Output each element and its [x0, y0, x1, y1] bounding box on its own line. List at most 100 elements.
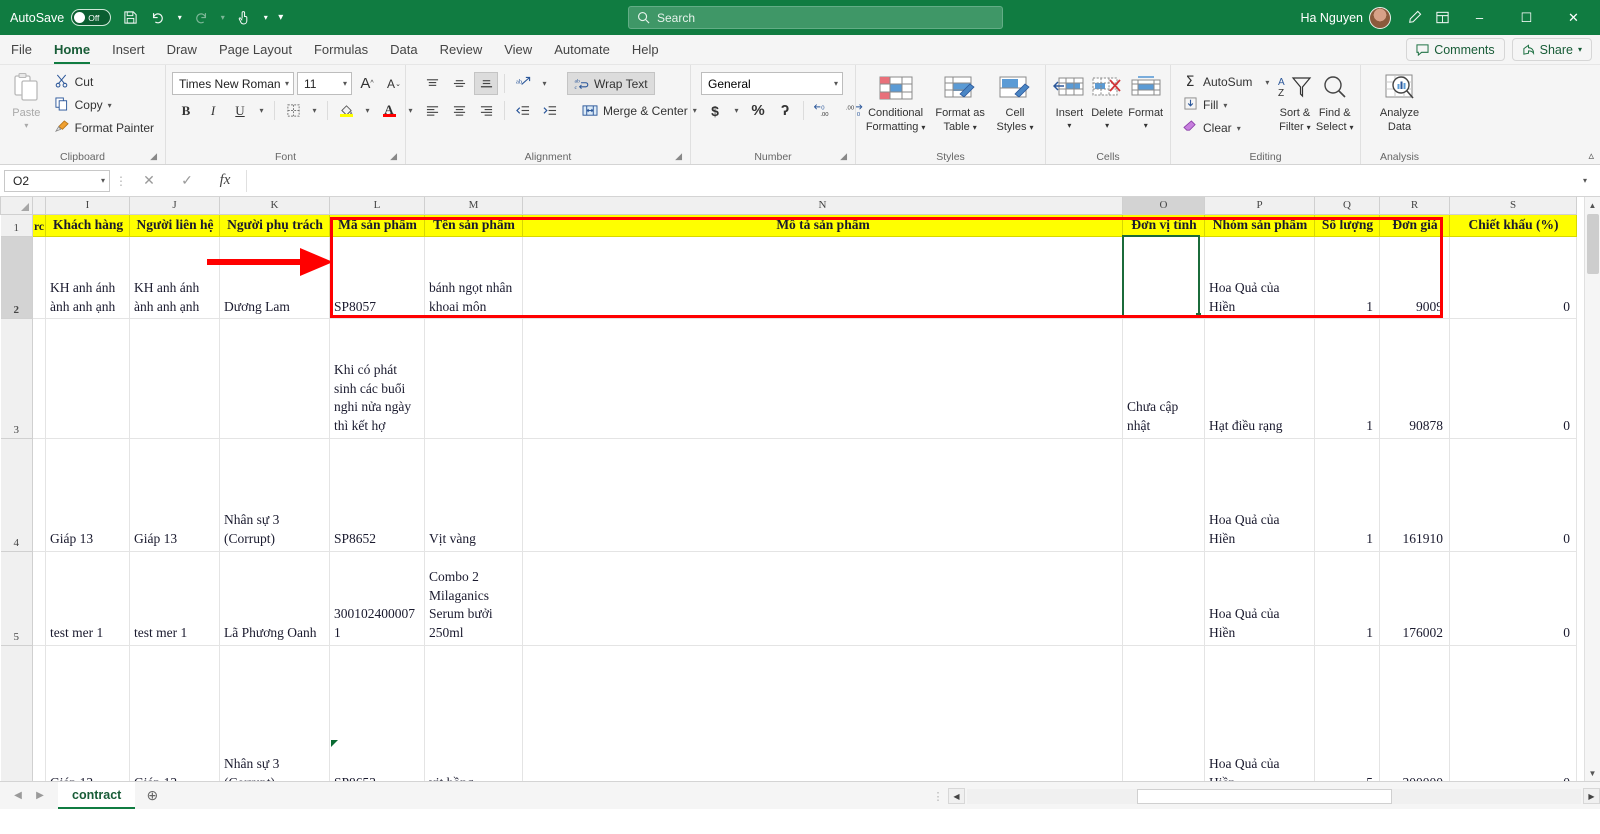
row-header-6[interactable]: 6 — [0, 644, 33, 781]
cell-I3[interactable] — [45, 318, 131, 439]
cell-P5[interactable]: Hoa Quả của Hiền — [1204, 550, 1316, 646]
paste-button[interactable]: Paste ▾ — [6, 68, 47, 130]
share-caret-icon[interactable]: ▾ — [1578, 45, 1582, 54]
cell-O6[interactable] — [1122, 644, 1206, 781]
find-select-caret-icon[interactable]: ▾ — [1350, 123, 1354, 132]
insert-cells-button[interactable]: Insert ▾ — [1052, 68, 1087, 130]
format-cells-button[interactable]: Format ▾ — [1127, 68, 1164, 130]
cell-M6[interactable]: vịt hồng — [424, 644, 524, 781]
close-button[interactable]: ✕ — [1551, 0, 1596, 35]
cell-P4[interactable]: Hoa Quả của Hiền — [1204, 437, 1316, 552]
cell-I4[interactable]: Giáp 13 — [45, 437, 131, 552]
scroll-right-button[interactable]: ▶ — [1583, 788, 1600, 804]
cell-N3[interactable] — [522, 318, 1124, 439]
bold-button[interactable]: B — [174, 99, 198, 122]
fill-color-button[interactable] — [334, 99, 358, 122]
cell-L2[interactable]: SP8057 — [329, 236, 426, 320]
cell-Q6[interactable]: 5 — [1314, 644, 1381, 781]
next-sheet-button[interactable]: ▶ — [30, 790, 50, 801]
format-cells-caret-icon[interactable]: ▾ — [1144, 121, 1148, 130]
copy-button[interactable]: Copy ▾ — [49, 94, 159, 116]
sheet-tab-contract[interactable]: contract — [58, 782, 136, 809]
decrease-font-size-button[interactable]: A ⌄ — [382, 72, 406, 95]
column-header-N[interactable]: N — [522, 197, 1124, 215]
cell-M1[interactable]: Tên sản phẩm — [424, 213, 524, 238]
align-right-button[interactable] — [474, 99, 498, 122]
fill-color-caret-icon[interactable]: ▾ — [361, 99, 374, 122]
cell-I2[interactable]: KH anh ánh ành anh ạnh — [45, 236, 131, 320]
borders-caret-icon[interactable]: ▾ — [308, 99, 321, 122]
previous-sheet-button[interactable]: ◀ — [8, 790, 28, 801]
cell-J3[interactable] — [129, 318, 221, 439]
wrap-text-button[interactable]: ab c Wrap Text — [567, 72, 655, 95]
cell-S3[interactable]: 0 — [1449, 318, 1578, 439]
cell-S6[interactable]: 0 — [1449, 644, 1578, 781]
format-painter-button[interactable]: Format Painter — [49, 117, 159, 139]
increase-font-size-button[interactable]: A ^ — [355, 72, 379, 95]
align-left-button[interactable] — [420, 99, 444, 122]
number-format-select[interactable]: General ▾ — [701, 72, 843, 95]
column-header-O[interactable]: O — [1122, 197, 1206, 215]
tab-data[interactable]: Data — [379, 36, 428, 64]
align-bottom-button[interactable] — [474, 72, 498, 95]
horizontal-scroll-track[interactable] — [967, 788, 1581, 804]
scroll-up-button[interactable]: ▲ — [1585, 197, 1600, 213]
comma-style-button[interactable]: ʔ — [773, 99, 797, 122]
increase-indent-button[interactable] — [538, 99, 562, 122]
column-header-partial[interactable] — [31, 197, 47, 215]
cell-J6[interactable]: Giáp 13 — [129, 644, 221, 781]
cell-N2[interactable] — [522, 236, 1124, 320]
borders-button[interactable] — [281, 99, 305, 122]
alignment-dialog-launcher-icon[interactable]: ◢ — [675, 149, 682, 163]
cell-N5[interactable] — [522, 550, 1124, 646]
minimize-button[interactable]: – — [1457, 0, 1502, 35]
cell-S2[interactable]: 0 — [1449, 236, 1578, 320]
align-center-button[interactable] — [447, 99, 471, 122]
column-header-S[interactable]: S — [1449, 197, 1578, 215]
cancel-icon[interactable]: ✕ — [132, 170, 166, 192]
cell-R4[interactable]: 161910 — [1379, 437, 1451, 552]
column-header-M[interactable]: M — [424, 197, 524, 215]
pen-icon[interactable] — [1401, 5, 1427, 31]
row-header-5[interactable]: 5 — [0, 550, 33, 646]
cell-P3[interactable]: Hạt điều rạng — [1204, 318, 1316, 439]
align-top-button[interactable] — [420, 72, 444, 95]
cell-styles-caret-icon[interactable]: ▾ — [1029, 123, 1033, 132]
tab-help[interactable]: Help — [621, 36, 670, 64]
font-size-select[interactable]: 11 ▾ — [297, 72, 352, 95]
share-button[interactable]: Share ▾ — [1511, 38, 1592, 61]
clear-caret-icon[interactable]: ▾ — [1237, 124, 1241, 133]
format-as-table-button[interactable]: Format as Table ▾ — [933, 68, 987, 133]
select-all-corner[interactable] — [0, 197, 33, 215]
cell-J4[interactable]: Giáp 13 — [129, 437, 221, 552]
cell-J2[interactable]: KH anh ánh ành anh ạnh — [129, 236, 221, 320]
column-header-R[interactable]: R — [1379, 197, 1451, 215]
customize-qat-icon[interactable]: ▾ — [274, 12, 287, 23]
cell-M4[interactable]: Vịt vàng — [424, 437, 524, 552]
sort-filter-caret-icon[interactable]: ▾ — [1307, 123, 1311, 132]
cell-Q5[interactable]: 1 — [1314, 550, 1381, 646]
undo-dropdown-caret[interactable]: ▾ — [173, 13, 186, 22]
cell-Q3[interactable]: 1 — [1314, 318, 1381, 439]
cell-J5[interactable]: test mer 1 — [129, 550, 221, 646]
copy-caret-icon[interactable]: ▾ — [108, 101, 112, 110]
spreadsheet-grid[interactable]: I J K L M N O P Q R S 1 rc Khách hàng Ng… — [0, 197, 1600, 781]
autosum-button[interactable]: Σ AutoSum ▾ — [1177, 71, 1274, 93]
cell-O2[interactable] — [1122, 236, 1206, 320]
percent-button[interactable]: % — [746, 99, 770, 122]
cut-button[interactable]: Cut — [49, 71, 159, 93]
orientation-caret-icon[interactable]: ▾ — [538, 72, 551, 95]
formula-input[interactable] — [246, 169, 1570, 192]
restore-button[interactable]: ☐ — [1504, 0, 1549, 35]
cell-H5[interactable] — [31, 550, 47, 646]
column-header-K[interactable]: K — [219, 197, 331, 215]
formula-bar-handle[interactable]: ⋮ — [114, 174, 128, 188]
enter-icon[interactable]: ✓ — [170, 170, 204, 192]
vertical-scroll-thumb[interactable] — [1587, 214, 1599, 274]
redo-icon[interactable] — [188, 5, 214, 31]
align-middle-button[interactable] — [447, 72, 471, 95]
cell-Q2[interactable]: 1 — [1314, 236, 1381, 320]
cell-O5[interactable] — [1122, 550, 1206, 646]
orientation-button[interactable]: ab — [511, 72, 535, 95]
insert-cells-caret-icon[interactable]: ▾ — [1067, 121, 1071, 130]
